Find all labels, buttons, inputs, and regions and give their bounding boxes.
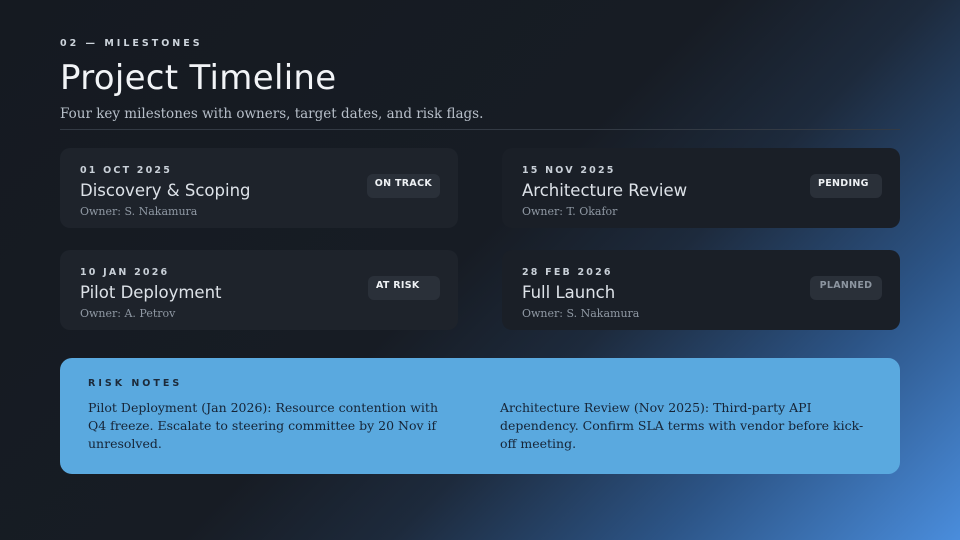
milestone-card-discovery: 01 OCT 2025 Discovery & Scoping Owner: S… xyxy=(60,148,458,228)
milestone-card-pilot: 10 JAN 2026 Pilot Deployment Owner: A. P… xyxy=(60,250,458,330)
header-divider xyxy=(60,129,900,130)
milestone-date: 28 FEB 2026 xyxy=(522,267,613,278)
status-badge: ON TRACK xyxy=(366,174,440,198)
milestone-name: Full Launch xyxy=(522,283,616,302)
milestone-owner: Owner: T. Okafor xyxy=(522,205,618,218)
status-badge: PLANNED xyxy=(810,276,882,300)
risk-notes-panel: RISK NOTES Pilot Deployment (Jan 2026): … xyxy=(60,358,900,474)
risk-notes-label: RISK NOTES xyxy=(88,378,183,389)
status-badge: AT RISK xyxy=(368,276,440,300)
milestone-owner: Owner: S. Nakamura xyxy=(522,307,640,320)
milestone-date: 01 OCT 2025 xyxy=(80,165,173,176)
page-subtitle: Four key milestones with owners, target … xyxy=(60,106,484,122)
eyebrow-label: 02 — MILESTONES xyxy=(60,38,203,49)
page-title: Project Timeline xyxy=(60,58,337,98)
milestone-name: Discovery & Scoping xyxy=(80,181,251,200)
milestone-card-launch: 28 FEB 2026 Full Launch Owner: S. Nakamu… xyxy=(502,250,900,330)
milestone-name: Pilot Deployment xyxy=(80,283,222,302)
milestone-name: Architecture Review xyxy=(522,181,688,200)
milestone-date: 10 JAN 2026 xyxy=(80,267,170,278)
milestone-card-architecture: 15 NOV 2025 Architecture Review Owner: T… xyxy=(502,148,900,228)
milestone-owner: Owner: A. Petrov xyxy=(80,307,176,320)
status-badge: PENDING xyxy=(810,174,882,198)
milestone-owner: Owner: S. Nakamura xyxy=(80,205,198,218)
risk-note: Architecture Review (Nov 2025): Third-pa… xyxy=(500,400,864,451)
risk-note: Pilot Deployment (Jan 2026): Resource co… xyxy=(88,400,439,451)
milestone-date: 15 NOV 2025 xyxy=(522,165,616,176)
